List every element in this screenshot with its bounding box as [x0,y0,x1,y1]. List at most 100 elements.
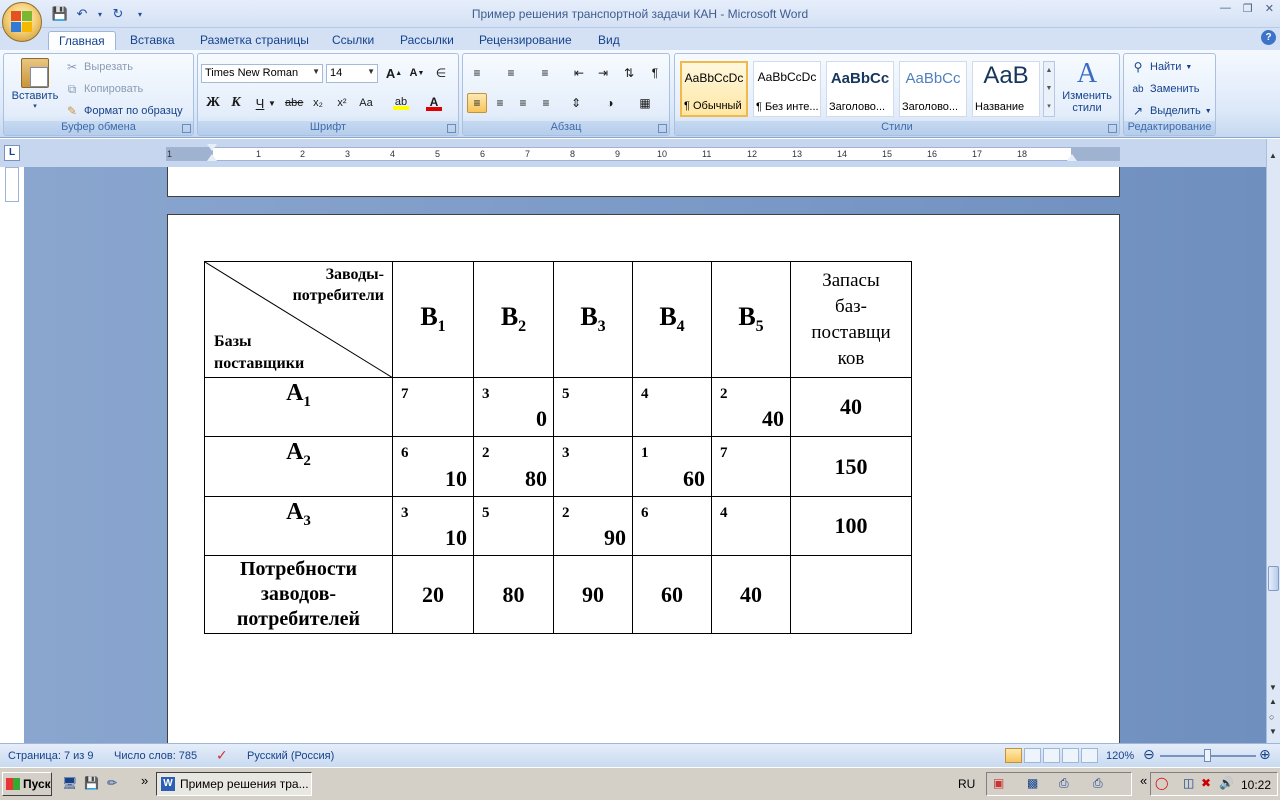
restore-icon[interactable]: ❐ [1243,2,1253,15]
web-layout-icon[interactable] [1043,748,1060,763]
tab-references[interactable]: Ссылки [322,31,384,50]
printer-icon[interactable]: ⎙ [1093,776,1109,792]
pilcrow-icon[interactable]: ¶ [645,63,665,83]
volume-icon[interactable]: 🔊 [1219,776,1235,792]
previous-page-icon[interactable]: ▲ [1269,697,1277,706]
vertical-scrollbar[interactable]: ▲ ▼ ▲ ○ ▼ [1266,139,1280,743]
numbering-icon[interactable]: ≡ [501,63,521,83]
cut-button[interactable]: ✂ Вырезать [64,59,133,75]
borders-icon[interactable]: ▦ [635,93,655,113]
align-center-icon[interactable]: ≡ [490,93,510,113]
app-icon[interactable]: ▣ [993,776,1009,792]
document-page[interactable]: Заводы- потребители Базы поставщики B1 B… [167,214,1120,743]
page-count[interactable]: Страница: 7 из 9 [8,750,94,762]
draft-view-icon[interactable] [1081,748,1098,763]
find-button[interactable]: ⚲ Найти ▼ [1130,59,1193,75]
zoom-in-icon[interactable]: ⊕ [1259,746,1271,763]
decrease-indent-icon[interactable]: ⇤ [569,63,589,83]
strikethrough-button[interactable]: abe [284,93,304,113]
save-icon[interactable]: 💾 [84,776,100,792]
bullets-icon[interactable]: ≡ [467,63,487,83]
change-case-button[interactable]: Aa [356,93,376,113]
opera-icon[interactable]: ◯ [1155,776,1171,792]
zoom-out-icon[interactable]: ⊖ [1143,746,1155,763]
close-icon[interactable]: ✕ [1265,2,1274,15]
font-size-combo[interactable]: 14 ▼ [326,64,378,83]
tab-home[interactable]: Главная [48,31,116,50]
dialog-launcher-icon[interactable] [447,124,456,133]
chevron-double-right-icon[interactable]: » [141,773,157,789]
chevron-down-icon[interactable]: ▼ [268,93,276,113]
browse-object-icon[interactable]: ○ [1269,712,1274,722]
shading-icon[interactable]: ◑ [600,93,620,113]
print-layout-icon[interactable] [1005,748,1022,763]
shrink-font-button[interactable]: A ▼ [407,63,427,83]
multilevel-list-icon[interactable]: ≡ [535,63,555,83]
italic-button[interactable]: К [226,93,246,113]
dialog-launcher-icon[interactable] [182,124,191,133]
scroll-up-icon[interactable]: ▲ [1269,151,1277,160]
underline-button[interactable]: Ч [250,93,270,113]
change-styles-button[interactable]: A Изменить стили [1058,58,1116,114]
style-title[interactable]: AaB Название [972,61,1040,117]
subscript-button[interactable]: x₂ [308,93,328,113]
printer-icon[interactable]: ⎙ [1059,776,1075,792]
tab-insert[interactable]: Вставка [120,31,185,50]
tab-selector-button[interactable]: L [4,145,20,161]
dialog-launcher-icon[interactable] [1108,124,1117,133]
minimize-icon[interactable]: — [1220,2,1231,15]
chevron-double-left-icon[interactable]: « [1140,773,1147,788]
copy-button[interactable]: ⧉ Копировать [64,81,144,97]
dialog-launcher-icon[interactable] [658,124,667,133]
tab-mailings[interactable]: Рассылки [390,31,464,50]
next-page-icon[interactable]: ▼ [1269,727,1277,736]
app-icon[interactable]: ▩ [1027,776,1043,792]
full-screen-reading-icon[interactable] [1024,748,1041,763]
paste-button[interactable]: Вставить ▾ [8,58,62,110]
zoom-level[interactable]: 120% [1106,750,1134,762]
zoom-slider[interactable] [1160,749,1256,762]
style-no-spacing[interactable]: AaBbCcDc ¶ Без инте... [753,61,821,117]
style-heading-2[interactable]: AaBbCc Заголово... [899,61,967,117]
align-left-icon[interactable]: ≡ [467,93,487,113]
line-spacing-icon[interactable]: ⇕ [566,93,586,113]
highlight-icon[interactable]: ab [391,93,411,113]
hanging-indent-marker-icon[interactable] [207,154,217,161]
input-language[interactable]: RU [958,777,975,791]
increase-indent-icon[interactable]: ⇥ [593,63,613,83]
tab-review[interactable]: Рецензирование [469,31,582,50]
taskbar-word-task[interactable]: W Пример решения тра... [156,772,312,796]
sort-icon[interactable]: ⇅ [619,63,639,83]
styles-scroll[interactable]: ▲ ▼ ▾ [1043,61,1055,117]
replace-button[interactable]: ab Заменить [1130,81,1199,97]
network-error-icon[interactable]: ✖ [1201,776,1217,792]
start-button[interactable]: Пуск [2,772,52,796]
vertical-ruler[interactable] [5,167,19,202]
tab-view[interactable]: Вид [588,31,630,50]
office-button[interactable] [2,2,42,42]
font-name-combo[interactable]: Times New Roman ▼ [201,64,323,83]
proofing-icon[interactable]: ✓ [216,747,228,764]
clock[interactable]: 10:22 [1241,778,1271,792]
right-indent-marker-icon[interactable] [1067,154,1077,161]
horizontal-ruler[interactable]: 1 1 2 3 4 5 6 7 8 9 10 11 12 13 14 15 16… [166,144,1120,161]
network-icon[interactable]: ◫ [1183,776,1199,792]
format-painter-button[interactable]: ✎ Формат по образцу [64,103,183,119]
language-indicator[interactable]: Русский (Россия) [247,750,334,762]
clear-format-icon[interactable]: ∈ [431,63,451,83]
pencil-icon[interactable]: ✏ [107,776,123,792]
document-area[interactable]: Заводы- потребители Базы поставщики B1 B… [24,167,1266,743]
left-indent-marker-icon[interactable] [207,144,217,151]
bold-button[interactable]: Ж [203,93,223,113]
zoom-slider-thumb[interactable] [1204,749,1211,762]
scroll-down-icon[interactable]: ▼ [1269,683,1277,692]
word-count[interactable]: Число слов: 785 [114,750,197,762]
select-button[interactable]: ↗ Выделить ▼ [1130,103,1212,119]
font-color-icon[interactable]: A [424,93,444,113]
style-heading-1[interactable]: AaBbCc Заголово... [826,61,894,117]
grow-font-button[interactable]: A ▲ [384,63,404,83]
scrollbar-thumb[interactable] [1268,566,1279,591]
help-icon[interactable]: ? [1261,30,1276,45]
tab-page-layout[interactable]: Разметка страницы [190,31,319,50]
justify-icon[interactable]: ≡ [536,93,556,113]
